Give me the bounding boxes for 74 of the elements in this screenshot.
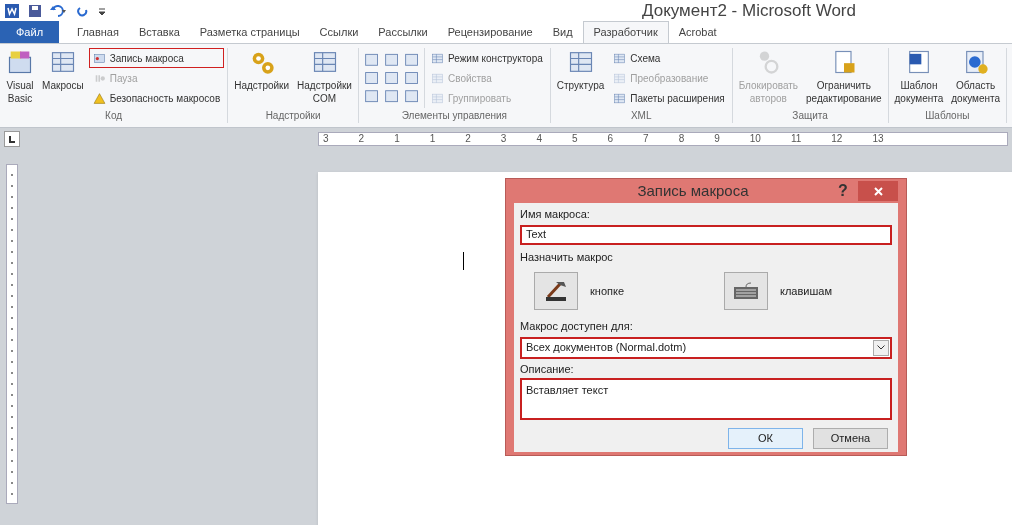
- ribbon-button[interactable]: Visual Basic: [3, 48, 37, 105]
- group-label: XML: [629, 109, 653, 123]
- ruler-number: 7: [643, 134, 649, 144]
- description-field[interactable]: Вставляет текст: [520, 378, 892, 420]
- ribbon-button[interactable]: Ограничить редактирование: [803, 48, 885, 105]
- assign-button[interactable]: [534, 272, 578, 310]
- ruler-number: 2: [358, 134, 365, 144]
- ribbon-tab[interactable]: Рецензирование: [437, 21, 543, 43]
- tab-stop-selector[interactable]: [4, 131, 20, 147]
- undo-icon[interactable]: [50, 4, 68, 18]
- word-app-icon: [4, 3, 20, 19]
- ruler-number: 12: [831, 134, 843, 144]
- group-label: Защита: [791, 109, 829, 123]
- keyboard-icon: [733, 282, 759, 300]
- field-label: Макрос доступен для:: [520, 319, 634, 334]
- ribbon-button[interactable]: Безопасность макросов: [88, 88, 225, 108]
- ribbon-button[interactable]: Надстройки: [231, 48, 293, 92]
- save-icon[interactable]: [28, 4, 42, 18]
- group-label: Шаблоны: [924, 109, 971, 123]
- group-label: Код: [104, 109, 124, 123]
- macro-name-field[interactable]: Text: [520, 224, 892, 245]
- close-icon: [873, 186, 883, 196]
- ruler-number: 4: [536, 134, 542, 144]
- ribbon-tab[interactable]: Вид: [542, 21, 583, 43]
- ribbon-tab[interactable]: Acrobat: [668, 21, 727, 43]
- ribbon-tab[interactable]: Разработчик: [582, 21, 669, 43]
- ribbon-button[interactable]: Запись макроса: [88, 48, 225, 68]
- ruler-number: 13: [872, 134, 884, 144]
- ribbon-tab[interactable]: Вставка: [128, 21, 190, 43]
- redo-icon[interactable]: [76, 4, 90, 18]
- ruler-number: 5: [571, 134, 578, 144]
- ruler-number: 1: [394, 134, 400, 144]
- chevron-down-icon: [877, 345, 885, 350]
- assign-button[interactable]: [724, 272, 768, 310]
- field-label: Имя макроса:: [520, 207, 591, 222]
- warning-icon: [92, 91, 106, 105]
- section-label: Назначить макрос: [520, 249, 614, 265]
- customize-icon[interactable]: [98, 5, 106, 17]
- ruler-number: 3: [323, 134, 329, 144]
- dialog-button[interactable]: Отмена: [813, 428, 888, 449]
- file-tab[interactable]: Файл: [0, 21, 60, 43]
- close-button[interactable]: [858, 181, 898, 201]
- assign-label: кнопке: [590, 283, 624, 299]
- ribbon-tab[interactable]: Разметка страницы: [189, 21, 310, 43]
- ribbon-button[interactable]: Область документа: [948, 48, 1004, 105]
- dialog-title: Запись макроса: [636, 180, 750, 201]
- ruler-number: 8: [678, 134, 685, 144]
- assign-label: клавишам: [780, 283, 832, 299]
- ribbon-button[interactable]: Структура: [553, 48, 608, 92]
- ribbon-button[interactable]: Схема: [609, 48, 729, 68]
- ruler-number: 2: [465, 134, 471, 144]
- ribbon-tab[interactable]: Рассылки: [368, 21, 438, 43]
- ribbon-button[interactable]: Пакеты расширения: [609, 88, 729, 108]
- dialog-button[interactable]: ОК: [728, 428, 803, 449]
- window-title: Документ2 - Microsoft Word: [642, 0, 856, 23]
- ruler-number: 6: [607, 134, 614, 144]
- scope-dropdown[interactable]: Всех документов (Normal.dotm): [520, 336, 892, 359]
- ribbon-button[interactable]: Макросы: [39, 48, 87, 92]
- group-label: Надстройки: [264, 109, 322, 123]
- help-button[interactable]: ?: [832, 179, 854, 203]
- ruler-number: 3: [500, 134, 507, 144]
- ribbon-button[interactable]: Надстройки COM: [294, 48, 355, 105]
- field-label: Описание:: [520, 361, 575, 377]
- ribbon-tab[interactable]: Ссылки: [309, 21, 369, 43]
- ribbon-tab[interactable]: Главная: [67, 21, 129, 43]
- ruler-number: 1: [429, 134, 436, 144]
- record-icon: [92, 51, 106, 65]
- ruler-number: 9: [714, 134, 720, 144]
- ribbon-button[interactable]: Шаблон документа: [891, 48, 947, 105]
- ribbon-button[interactable]: Режим конструктора: [426, 48, 547, 68]
- text-cursor: [463, 252, 464, 270]
- ruler-number: 10: [749, 134, 761, 144]
- group-label: Элементы управления: [400, 109, 509, 123]
- ruler-number: 11: [790, 134, 802, 144]
